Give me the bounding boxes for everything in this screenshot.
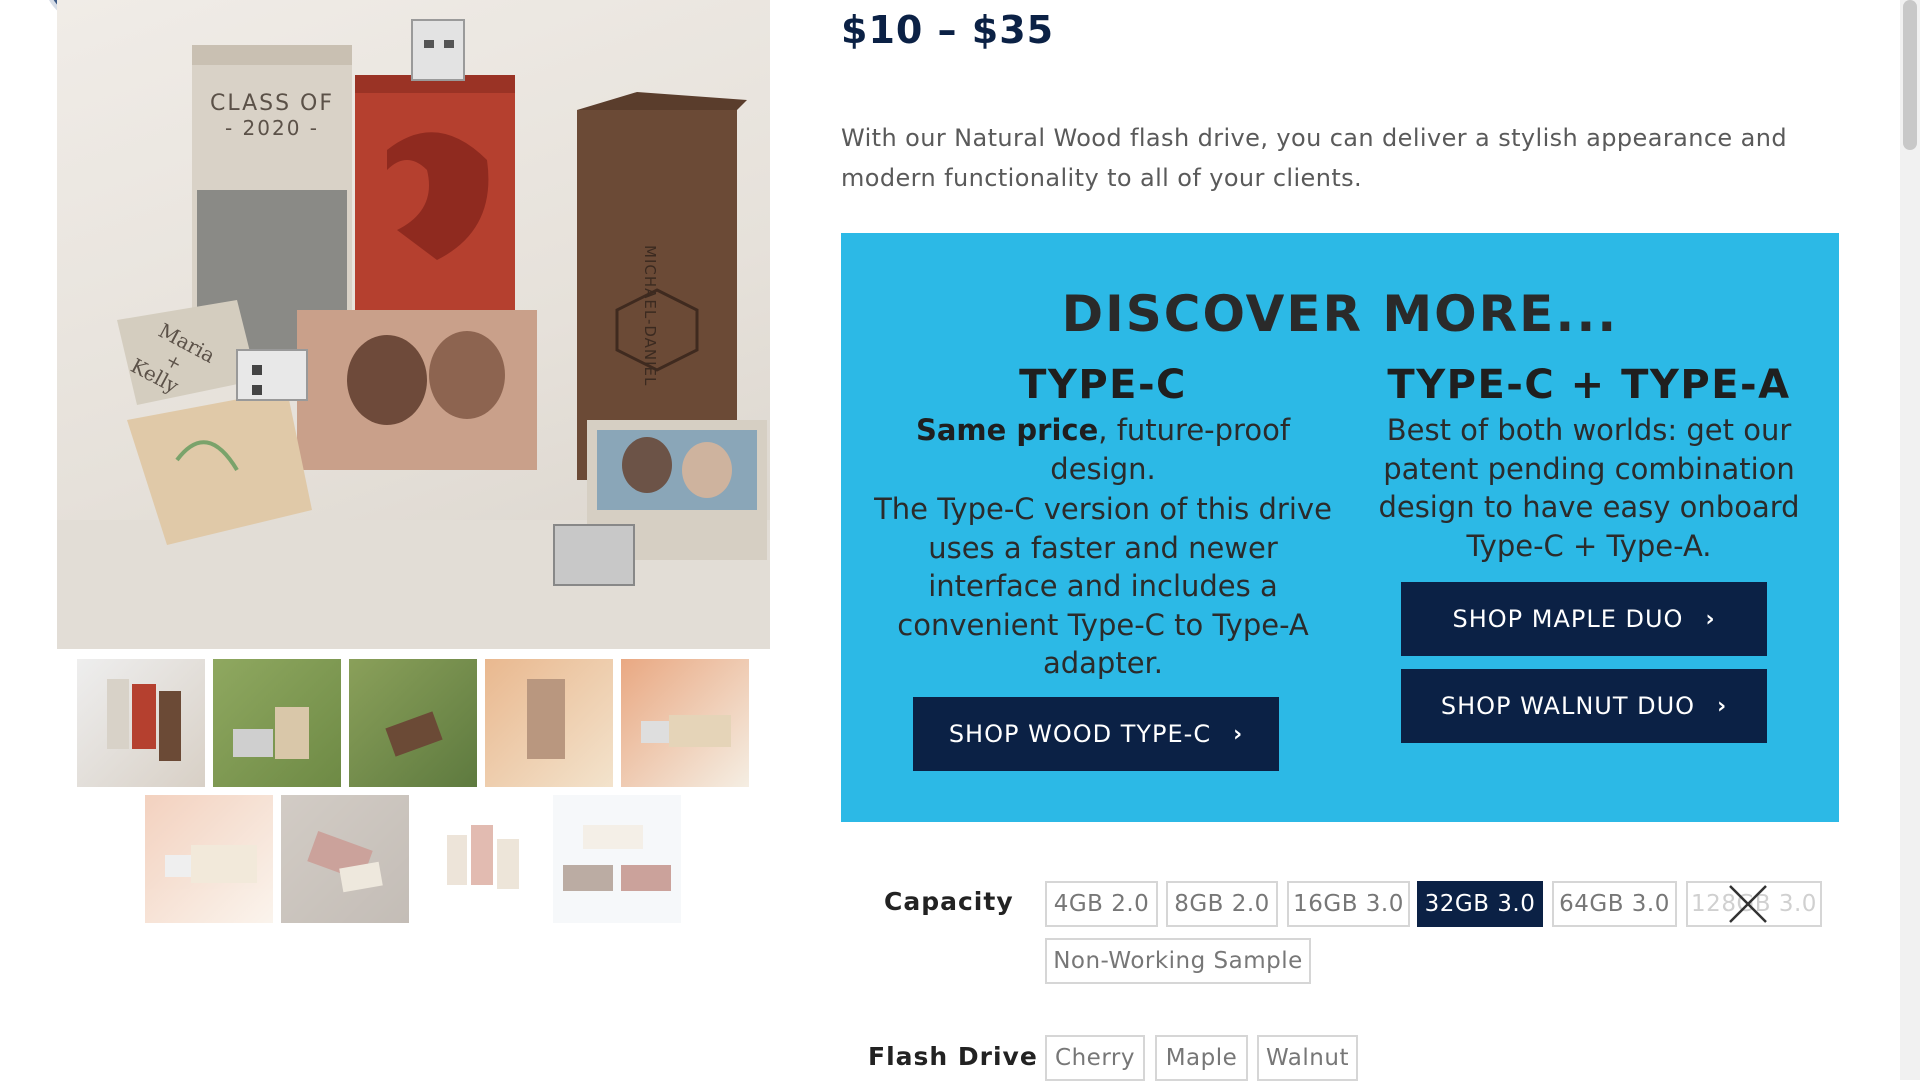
engraved-year: - 2020 - — [225, 116, 319, 140]
shop-walnut-duo-button[interactable]: SHOP WALNUT DUO › — [1401, 669, 1767, 743]
capacity-label: Capacity — [884, 887, 1014, 916]
product-description: With our Natural Wood flash drive, you c… — [841, 124, 1787, 192]
thumbnail-9[interactable] — [553, 795, 681, 923]
price-range: $10 – $35 — [841, 8, 1055, 52]
type-c-lead: Same price, future-proof design. — [865, 411, 1341, 488]
shop-wood-type-c-button[interactable]: SHOP WOOD TYPE-C › — [913, 697, 1279, 771]
page-scrollbar[interactable] — [1900, 0, 1920, 1080]
shop-maple-duo-button[interactable]: SHOP MAPLE DUO › — [1401, 582, 1767, 656]
chevron-right-icon: › — [1705, 606, 1716, 632]
color-option-walnut[interactable]: Walnut — [1257, 1035, 1358, 1081]
type-c-body: The Type-C version of this drive uses a … — [874, 492, 1332, 680]
thumbnail-8[interactable] — [417, 795, 545, 923]
thumbnail-3[interactable] — [349, 659, 477, 787]
thumbnail-1[interactable] — [77, 659, 205, 787]
capacity-option-4gb[interactable]: 4GB 2.0 — [1045, 881, 1158, 927]
capacity-option-16gb[interactable]: 16GB 3.0 — [1287, 881, 1410, 927]
flash-drive-color-label: Flash Drive — [868, 1042, 1038, 1071]
shop-maple-duo-label: SHOP MAPLE DUO — [1452, 605, 1684, 633]
shop-wood-type-c-label: SHOP WOOD TYPE-C — [948, 720, 1212, 748]
capacity-option-8gb[interactable]: 8GB 2.0 — [1166, 881, 1278, 927]
capacity-option-sample[interactable]: Non-Working Sample — [1045, 938, 1311, 984]
same-price-text: Same price — [915, 413, 1099, 447]
color-option-cherry[interactable]: Cherry — [1045, 1035, 1145, 1081]
chevron-right-icon: › — [1233, 721, 1244, 747]
thumbnail-4[interactable] — [485, 659, 613, 787]
engraved-class-of: CLASS OF — [210, 91, 334, 116]
type-c-a-column: TYPE-C + TYPE-A Best of both worlds: get… — [1359, 361, 1819, 565]
engraved-name-right: MICHAEL-DANIEL — [641, 245, 659, 386]
shop-walnut-duo-label: SHOP WALNUT DUO — [1440, 692, 1696, 720]
unavailable-x-icon — [1729, 885, 1767, 923]
type-c-column: TYPE-C Same price, future-proof design. … — [865, 361, 1341, 683]
capacity-option-64gb[interactable]: 64GB 3.0 — [1552, 881, 1677, 927]
capacity-option-128gb: 128GB 3.0 — [1686, 881, 1822, 927]
color-option-maple[interactable]: Maple — [1155, 1035, 1248, 1081]
chevron-right-icon: › — [1717, 693, 1728, 719]
type-c-heading: TYPE-C — [1019, 362, 1187, 408]
capacity-option-32gb[interactable]: 32GB 3.0 — [1417, 881, 1543, 927]
product-photo-illustration: CLASS OF - 2020 - Maria + Kelly MICHAEL-… — [57, 19, 770, 649]
thumbnail-7[interactable] — [281, 795, 409, 923]
discover-more-panel: DISCOVER MORE... TYPE-C Same price, futu… — [841, 233, 1839, 822]
promo-title: DISCOVER MORE... — [1061, 285, 1619, 343]
thumbnail-2[interactable] — [213, 659, 341, 787]
thumbnail-6[interactable] — [145, 795, 273, 923]
scrollbar-thumb[interactable] — [1903, 0, 1917, 150]
main-product-image[interactable]: CLASS OF - 2020 - Maria + Kelly MICHAEL-… — [57, 0, 770, 649]
type-c-a-body: Best of both worlds: get our patent pend… — [1378, 413, 1800, 563]
type-c-a-heading: TYPE-C + TYPE-A — [1387, 362, 1791, 408]
thumbnail-5[interactable] — [621, 659, 749, 787]
